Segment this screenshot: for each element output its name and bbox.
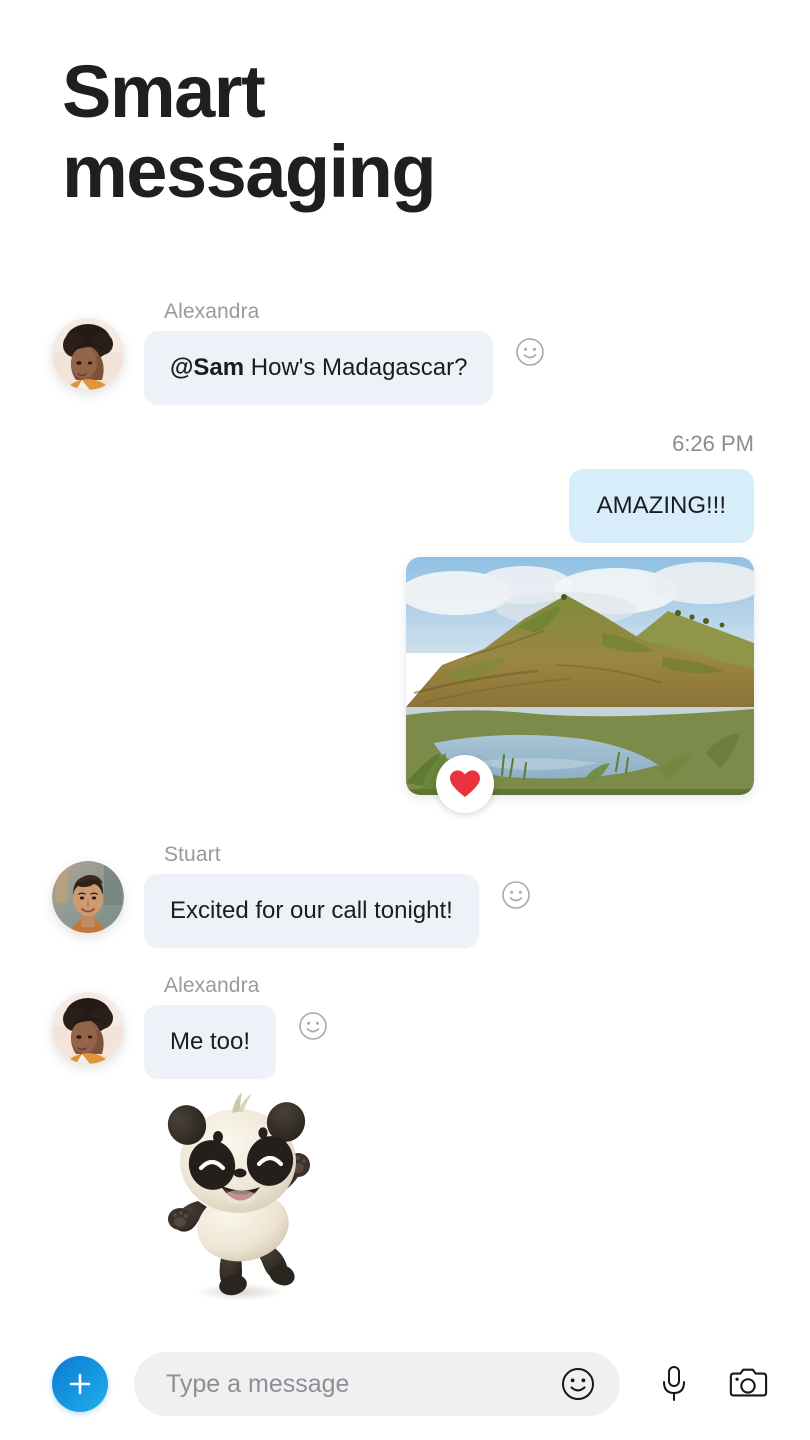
message-row-outgoing-photo [0,557,810,813]
message-bubble-outgoing[interactable]: AMAZING!!! [568,469,754,543]
avatar-stuart[interactable] [52,861,124,933]
message-composer [0,1328,810,1440]
smiley-outline-icon[interactable] [298,1011,328,1041]
message-bubble-incoming[interactable]: Me too! [144,1005,277,1079]
message-text: How's Madagascar? [244,354,468,381]
avatar-alexandra[interactable] [52,318,124,390]
message-row-alexandra-2: Alexandra Me too! [0,974,810,1079]
smiley-outline-icon[interactable] [515,337,545,367]
messaging-screen: Smart messaging Alexandra @Sam How's Mad… [0,0,810,1440]
camera-icon[interactable] [728,1362,768,1406]
bubble-line: @Sam How's Madagascar? [144,331,545,405]
bubble-line: Excited for our call tonight! [144,874,531,948]
sender-name: Alexandra [164,300,260,323]
smiley-icon[interactable] [560,1366,596,1402]
message-bubble-incoming[interactable]: @Sam How's Madagascar? [144,331,494,405]
heart-icon[interactable] [436,755,494,813]
mention-token[interactable]: @Sam [170,354,244,381]
message-content-stuart: Stuart Excited for our call tonight! [144,843,531,948]
page-title-line-1: Smart [62,50,266,133]
conversation-thread: Alexandra @Sam How's Madagascar? 6:26 PM… [0,300,810,1304]
message-group-outgoing-text: 6:26 PM AMAZING!!! [0,431,810,543]
message-row-stuart: Stuart Excited for our call tonight! [0,843,810,948]
photo-attachment[interactable] [406,557,754,813]
plus-icon[interactable] [52,1356,108,1412]
message-input-wrapper[interactable] [134,1352,620,1416]
message-input[interactable] [166,1369,550,1399]
bubble-line: Me too! [144,1005,328,1079]
sender-name: Alexandra [164,974,260,997]
message-bubble-incoming[interactable]: Excited for our call tonight! [144,874,479,948]
dancing-panda-sticker[interactable] [140,1089,340,1304]
message-content-alexandra-1: Alexandra @Sam How's Madagascar? [144,300,545,405]
message-content-alexandra-2: Alexandra Me too! [144,974,328,1079]
page-title: Smart messaging [62,52,662,212]
smiley-outline-icon[interactable] [501,880,531,910]
page-title-line-2: messaging [62,129,437,213]
microphone-icon[interactable] [654,1362,694,1406]
message-row-alexandra-1: Alexandra @Sam How's Madagascar? [0,300,810,405]
avatar-alexandra[interactable] [52,992,124,1064]
message-timestamp: 6:26 PM [672,431,754,456]
message-row-outgoing-text: AMAZING!!! [0,469,810,543]
sender-name: Stuart [164,843,221,866]
message-row-sticker [0,1089,810,1304]
